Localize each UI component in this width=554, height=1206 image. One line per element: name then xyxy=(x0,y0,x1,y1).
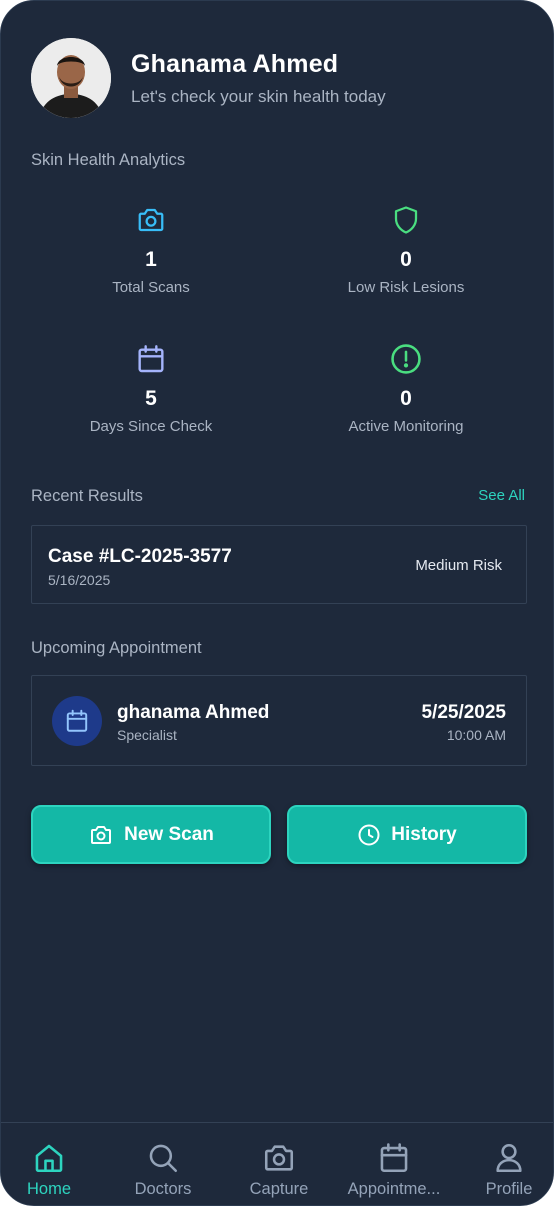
nav-label: Home xyxy=(26,1180,71,1198)
home-icon xyxy=(1,1123,104,1175)
stat-value: 5 xyxy=(145,387,157,410)
risk-badge: Medium Risk xyxy=(415,557,502,574)
greeting-text: Let's check your skin health today xyxy=(131,86,386,106)
stat-value: 1 xyxy=(145,248,157,271)
clock-icon xyxy=(357,823,381,847)
calendar-icon xyxy=(52,696,102,746)
stat-label: Active Monitoring xyxy=(348,418,464,435)
shield-icon xyxy=(286,202,526,238)
appointment-time: 10:00 AM xyxy=(446,727,506,743)
nav-item-home[interactable]: Home xyxy=(1,1123,104,1205)
stat-label: Total Scans xyxy=(112,279,190,296)
case-date: 5/16/2025 xyxy=(48,572,111,588)
nav-item-profile[interactable]: Profile xyxy=(454,1123,553,1205)
alert-circle-icon xyxy=(286,341,526,377)
nav-label: Appointme... xyxy=(347,1180,441,1198)
appointment-card[interactable]: ghanama Ahmed Specialist 5/25/2025 10:00… xyxy=(31,675,527,766)
calendar-icon xyxy=(31,341,271,377)
result-card[interactable]: Case #LC-2025-3577 5/16/2025 Medium Risk xyxy=(31,525,527,604)
history-label: History xyxy=(391,823,457,845)
new-scan-label: New Scan xyxy=(124,823,214,845)
stat-active-monitoring: 0 Active Monitoring xyxy=(286,341,526,435)
profile-header: Ghanama Ahmed Let's check your skin heal… xyxy=(31,38,386,118)
stat-value: 0 xyxy=(400,248,412,271)
stat-days-since-check: 5 Days Since Check xyxy=(31,341,271,435)
appointment-title: Upcoming Appointment xyxy=(31,639,202,657)
search-icon xyxy=(108,1123,218,1175)
bottom-nav: Home Doctors Capture Appointme... Profil… xyxy=(1,1122,553,1205)
case-id: Case #LC-2025-3577 xyxy=(48,546,232,567)
recent-results-title: Recent Results xyxy=(31,487,143,505)
stat-low-risk: 0 Low Risk Lesions xyxy=(286,202,526,296)
nav-item-capture[interactable]: Capture xyxy=(224,1123,334,1205)
camera-icon xyxy=(224,1123,334,1175)
camera-icon xyxy=(88,823,114,847)
nav-label: Profile xyxy=(485,1180,533,1198)
calendar-icon xyxy=(339,1123,449,1175)
nav-item-doctors[interactable]: Doctors xyxy=(108,1123,218,1205)
nav-label: Doctors xyxy=(134,1180,192,1198)
doctor-name: ghanama Ahmed xyxy=(117,702,270,723)
stat-value: 0 xyxy=(400,387,412,410)
new-scan-button[interactable]: New Scan xyxy=(31,805,271,864)
user-icon xyxy=(454,1123,553,1175)
user-name: Ghanama Ahmed xyxy=(131,49,339,78)
analytics-title: Skin Health Analytics xyxy=(31,151,186,169)
see-all-link[interactable]: See All xyxy=(478,487,525,504)
nav-label: Capture xyxy=(249,1180,309,1198)
avatar[interactable] xyxy=(31,38,111,118)
stat-label: Days Since Check xyxy=(89,418,213,435)
app-screen: Ghanama Ahmed Let's check your skin heal… xyxy=(0,0,554,1206)
camera-icon xyxy=(31,202,271,238)
history-button[interactable]: History xyxy=(287,805,527,864)
stat-label: Low Risk Lesions xyxy=(347,279,465,296)
appointment-date: 5/25/2025 xyxy=(421,702,506,723)
nav-item-appointments[interactable]: Appointme... xyxy=(339,1123,449,1205)
stat-total-scans: 1 Total Scans xyxy=(31,202,271,296)
doctor-role: Specialist xyxy=(117,727,177,743)
